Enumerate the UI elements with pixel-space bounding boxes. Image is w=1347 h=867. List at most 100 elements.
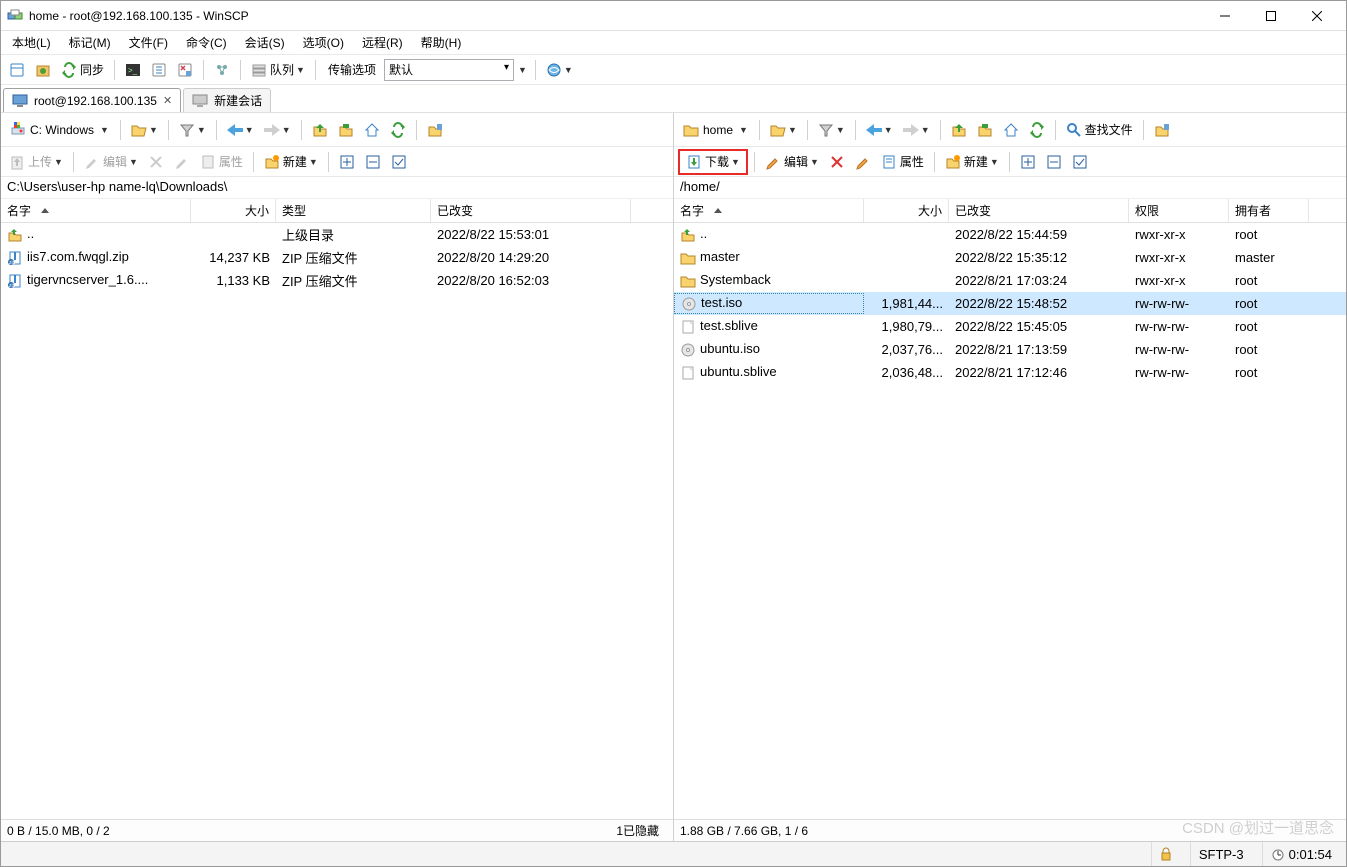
expand-button[interactable] <box>335 150 359 174</box>
new-button[interactable]: 新建▼ <box>941 150 1003 174</box>
props-button[interactable]: 属性 <box>196 150 247 174</box>
file-icon: zip <box>7 250 23 266</box>
back-button[interactable]: ▼ <box>862 118 897 142</box>
filter-button[interactable]: ▼ <box>814 118 849 142</box>
menu-files[interactable]: 文件(F) <box>120 32 177 53</box>
table-row[interactable]: ubuntu.iso2,037,76...2022/8/21 17:13:59r… <box>674 338 1346 361</box>
queue-button[interactable]: 队列▼ <box>247 58 309 82</box>
tool-btn[interactable] <box>210 58 234 82</box>
up-button[interactable] <box>947 118 971 142</box>
edit-button[interactable]: 编辑▼ <box>761 150 823 174</box>
upload-label: 上传 <box>28 153 52 170</box>
table-row[interactable]: ..2022/8/22 15:44:59rwxr-xr-xroot <box>674 223 1346 246</box>
upload-button[interactable]: 上传▼ <box>5 150 67 174</box>
col-name[interactable]: 名字 <box>674 199 864 222</box>
col-size[interactable]: 大小 <box>864 199 949 222</box>
root-button[interactable] <box>973 118 997 142</box>
remote-file-list[interactable]: ..2022/8/22 15:44:59rwxr-xr-xrootmaster2… <box>674 223 1346 819</box>
edit-button[interactable]: 编辑▼ <box>80 150 142 174</box>
sync-button[interactable]: 同步 <box>57 58 108 82</box>
table-row[interactable]: test.sblive1,980,79...2022/8/22 15:45:05… <box>674 315 1346 338</box>
maximize-button[interactable] <box>1248 2 1294 30</box>
selectall-button[interactable] <box>387 150 411 174</box>
file-icon <box>680 319 696 335</box>
filter-button[interactable]: ▼ <box>175 118 210 142</box>
col-name[interactable]: 名字 <box>1 199 191 222</box>
menubar: 本地(L) 标记(M) 文件(F) 命令(C) 会话(S) 选项(O) 远程(R… <box>1 31 1346 55</box>
back-button[interactable]: ▼ <box>223 118 258 142</box>
separator <box>328 152 329 172</box>
col-size[interactable]: 大小 <box>191 199 276 222</box>
bookmark-button[interactable] <box>1150 118 1174 142</box>
expand-button[interactable] <box>1016 150 1040 174</box>
menu-session[interactable]: 会话(S) <box>236 32 294 53</box>
separator <box>1055 120 1056 140</box>
collapse-button[interactable] <box>1042 150 1066 174</box>
terminal-button[interactable]: >_ <box>121 58 145 82</box>
forward-button[interactable]: ▼ <box>899 118 934 142</box>
remote-actions: 下载▼ 编辑▼ 属性 新建▼ <box>674 147 1346 177</box>
separator <box>168 120 169 140</box>
menu-options[interactable]: 选项(O) <box>294 32 353 53</box>
separator <box>114 60 115 80</box>
refresh-button[interactable] <box>386 118 410 142</box>
find-button[interactable]: 查找文件 <box>1062 118 1137 142</box>
table-row[interactable]: master2022/8/22 15:35:12rwxr-xr-xmaster <box>674 246 1346 269</box>
edit2-button[interactable] <box>170 150 194 174</box>
table-row[interactable]: zipiis7.com.fwqgl.zip14,237 KBZIP 压缩文件20… <box>1 246 673 269</box>
local-drive-selector[interactable]: C: Windows▼ <box>5 118 114 142</box>
up-button[interactable] <box>308 118 332 142</box>
local-status: 0 B / 15.0 MB, 0 / 2 1已隐藏 <box>1 819 673 841</box>
open-folder-button[interactable]: ▼ <box>127 118 162 142</box>
local-file-list[interactable]: ..上级目录2022/8/22 15:53:01zipiis7.com.fwqg… <box>1 223 673 819</box>
minimize-button[interactable] <box>1202 2 1248 30</box>
remote-drive-selector[interactable]: home▼ <box>678 118 753 142</box>
forward-button[interactable]: ▼ <box>260 118 295 142</box>
selectall-button[interactable] <box>1068 150 1092 174</box>
download-button[interactable]: 下载▼ <box>682 150 744 174</box>
edit2-button[interactable] <box>851 150 875 174</box>
file-icon <box>681 296 697 312</box>
props-button[interactable]: 属性 <box>877 150 928 174</box>
drive-label: home <box>703 123 733 137</box>
new-session-tab[interactable]: 新建会话 <box>183 88 271 112</box>
close-button[interactable] <box>1294 2 1340 30</box>
menu-help[interactable]: 帮助(H) <box>412 32 471 53</box>
col-changed[interactable]: 已改变 <box>949 199 1129 222</box>
col-owner[interactable]: 拥有者 <box>1229 199 1309 222</box>
table-row[interactable]: ziptigervncserver_1.6....1,133 KBZIP 压缩文… <box>1 269 673 292</box>
table-row[interactable]: ubuntu.sblive2,036,48...2022/8/21 17:12:… <box>674 361 1346 384</box>
menu-remote[interactable]: 远程(R) <box>353 32 412 53</box>
collapse-button[interactable] <box>361 150 385 174</box>
refresh-button[interactable] <box>1025 118 1049 142</box>
open-folder-button[interactable]: ▼ <box>766 118 801 142</box>
col-perm[interactable]: 权限 <box>1129 199 1229 222</box>
tool-btn[interactable] <box>5 58 29 82</box>
tool-btn[interactable]: ▼ <box>542 58 577 82</box>
menu-local[interactable]: 本地(L) <box>3 32 60 53</box>
queue-label: 队列 <box>270 61 294 78</box>
menu-cmd[interactable]: 命令(C) <box>177 32 236 53</box>
tool-btn[interactable] <box>173 58 197 82</box>
table-row[interactable]: Systemback2022/8/21 17:03:24rwxr-xr-xroo… <box>674 269 1346 292</box>
menu-mark[interactable]: 标记(M) <box>60 32 120 53</box>
session-tab-active[interactable]: root@192.168.100.135 ✕ <box>3 88 181 112</box>
delete-button[interactable] <box>144 150 168 174</box>
session-tab-label: root@192.168.100.135 <box>34 94 157 108</box>
root-button[interactable] <box>334 118 358 142</box>
tool-btn[interactable] <box>31 58 55 82</box>
new-button[interactable]: 新建▼ <box>260 150 322 174</box>
transfer-preset-combo[interactable]: 默认 <box>384 59 514 81</box>
home-button[interactable] <box>999 118 1023 142</box>
close-icon[interactable]: ✕ <box>163 94 172 107</box>
home-button[interactable] <box>360 118 384 142</box>
delete-button[interactable] <box>825 150 849 174</box>
col-changed[interactable]: 已改变 <box>431 199 631 222</box>
table-row[interactable]: ..上级目录2022/8/22 15:53:01 <box>1 223 673 246</box>
col-type[interactable]: 类型 <box>276 199 431 222</box>
bookmark-button[interactable] <box>423 118 447 142</box>
tool-btn[interactable] <box>147 58 171 82</box>
svg-text:zip: zip <box>9 260 16 266</box>
table-row[interactable]: test.iso1,981,44...2022/8/22 15:48:52rw-… <box>674 292 1346 315</box>
svg-text:zip: zip <box>9 283 16 289</box>
